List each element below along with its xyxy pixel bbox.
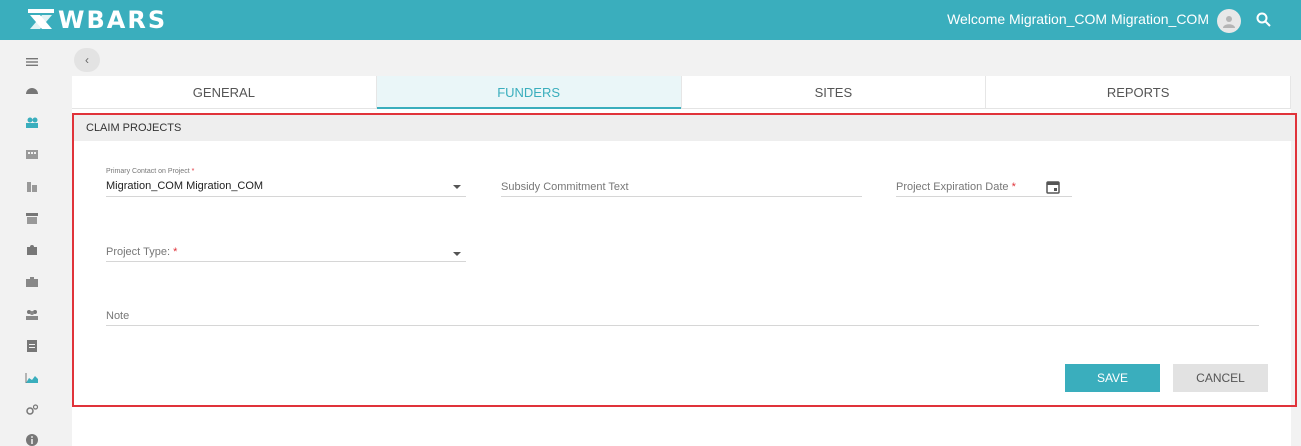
chevron-left-icon: ‹ [85,53,89,67]
top-bar: WBARS Welcome Migration_COM Migration_CO… [0,0,1301,40]
logo-icon [28,9,54,29]
brand-logo[interactable]: WBARS [28,6,167,34]
briefcase-icon[interactable] [22,272,42,292]
building-icon[interactable] [22,144,42,164]
info-icon[interactable] [22,430,42,446]
highlight-frame [72,113,1297,407]
menu-icon[interactable] [22,52,42,72]
tab-reports[interactable]: REPORTS [986,76,1291,108]
puzzle-icon[interactable] [22,240,42,260]
settings-icon[interactable] [22,400,42,420]
user-icon [1223,16,1235,28]
city-icon[interactable] [22,176,42,196]
user-avatar[interactable] [1217,9,1241,33]
welcome-text: Welcome Migration_COM Migration_COM [947,11,1209,27]
tab-bar: GENERAL FUNDERS SITES REPORTS [72,76,1291,109]
group-icon[interactable] [22,304,42,324]
store-icon[interactable] [22,208,42,228]
sidebar [0,40,64,446]
tab-sites[interactable]: SITES [681,76,987,108]
search-icon[interactable] [1255,11,1273,29]
tab-general[interactable]: GENERAL [72,76,377,108]
back-button[interactable]: ‹ [74,48,100,72]
dashboard-icon[interactable] [22,81,42,101]
tab-funders[interactable]: FUNDERS [376,76,682,109]
people-icon[interactable] [22,112,42,132]
brand-name: WBARS [58,6,168,34]
chart-icon[interactable] [22,368,42,388]
document-icon[interactable] [22,336,42,356]
